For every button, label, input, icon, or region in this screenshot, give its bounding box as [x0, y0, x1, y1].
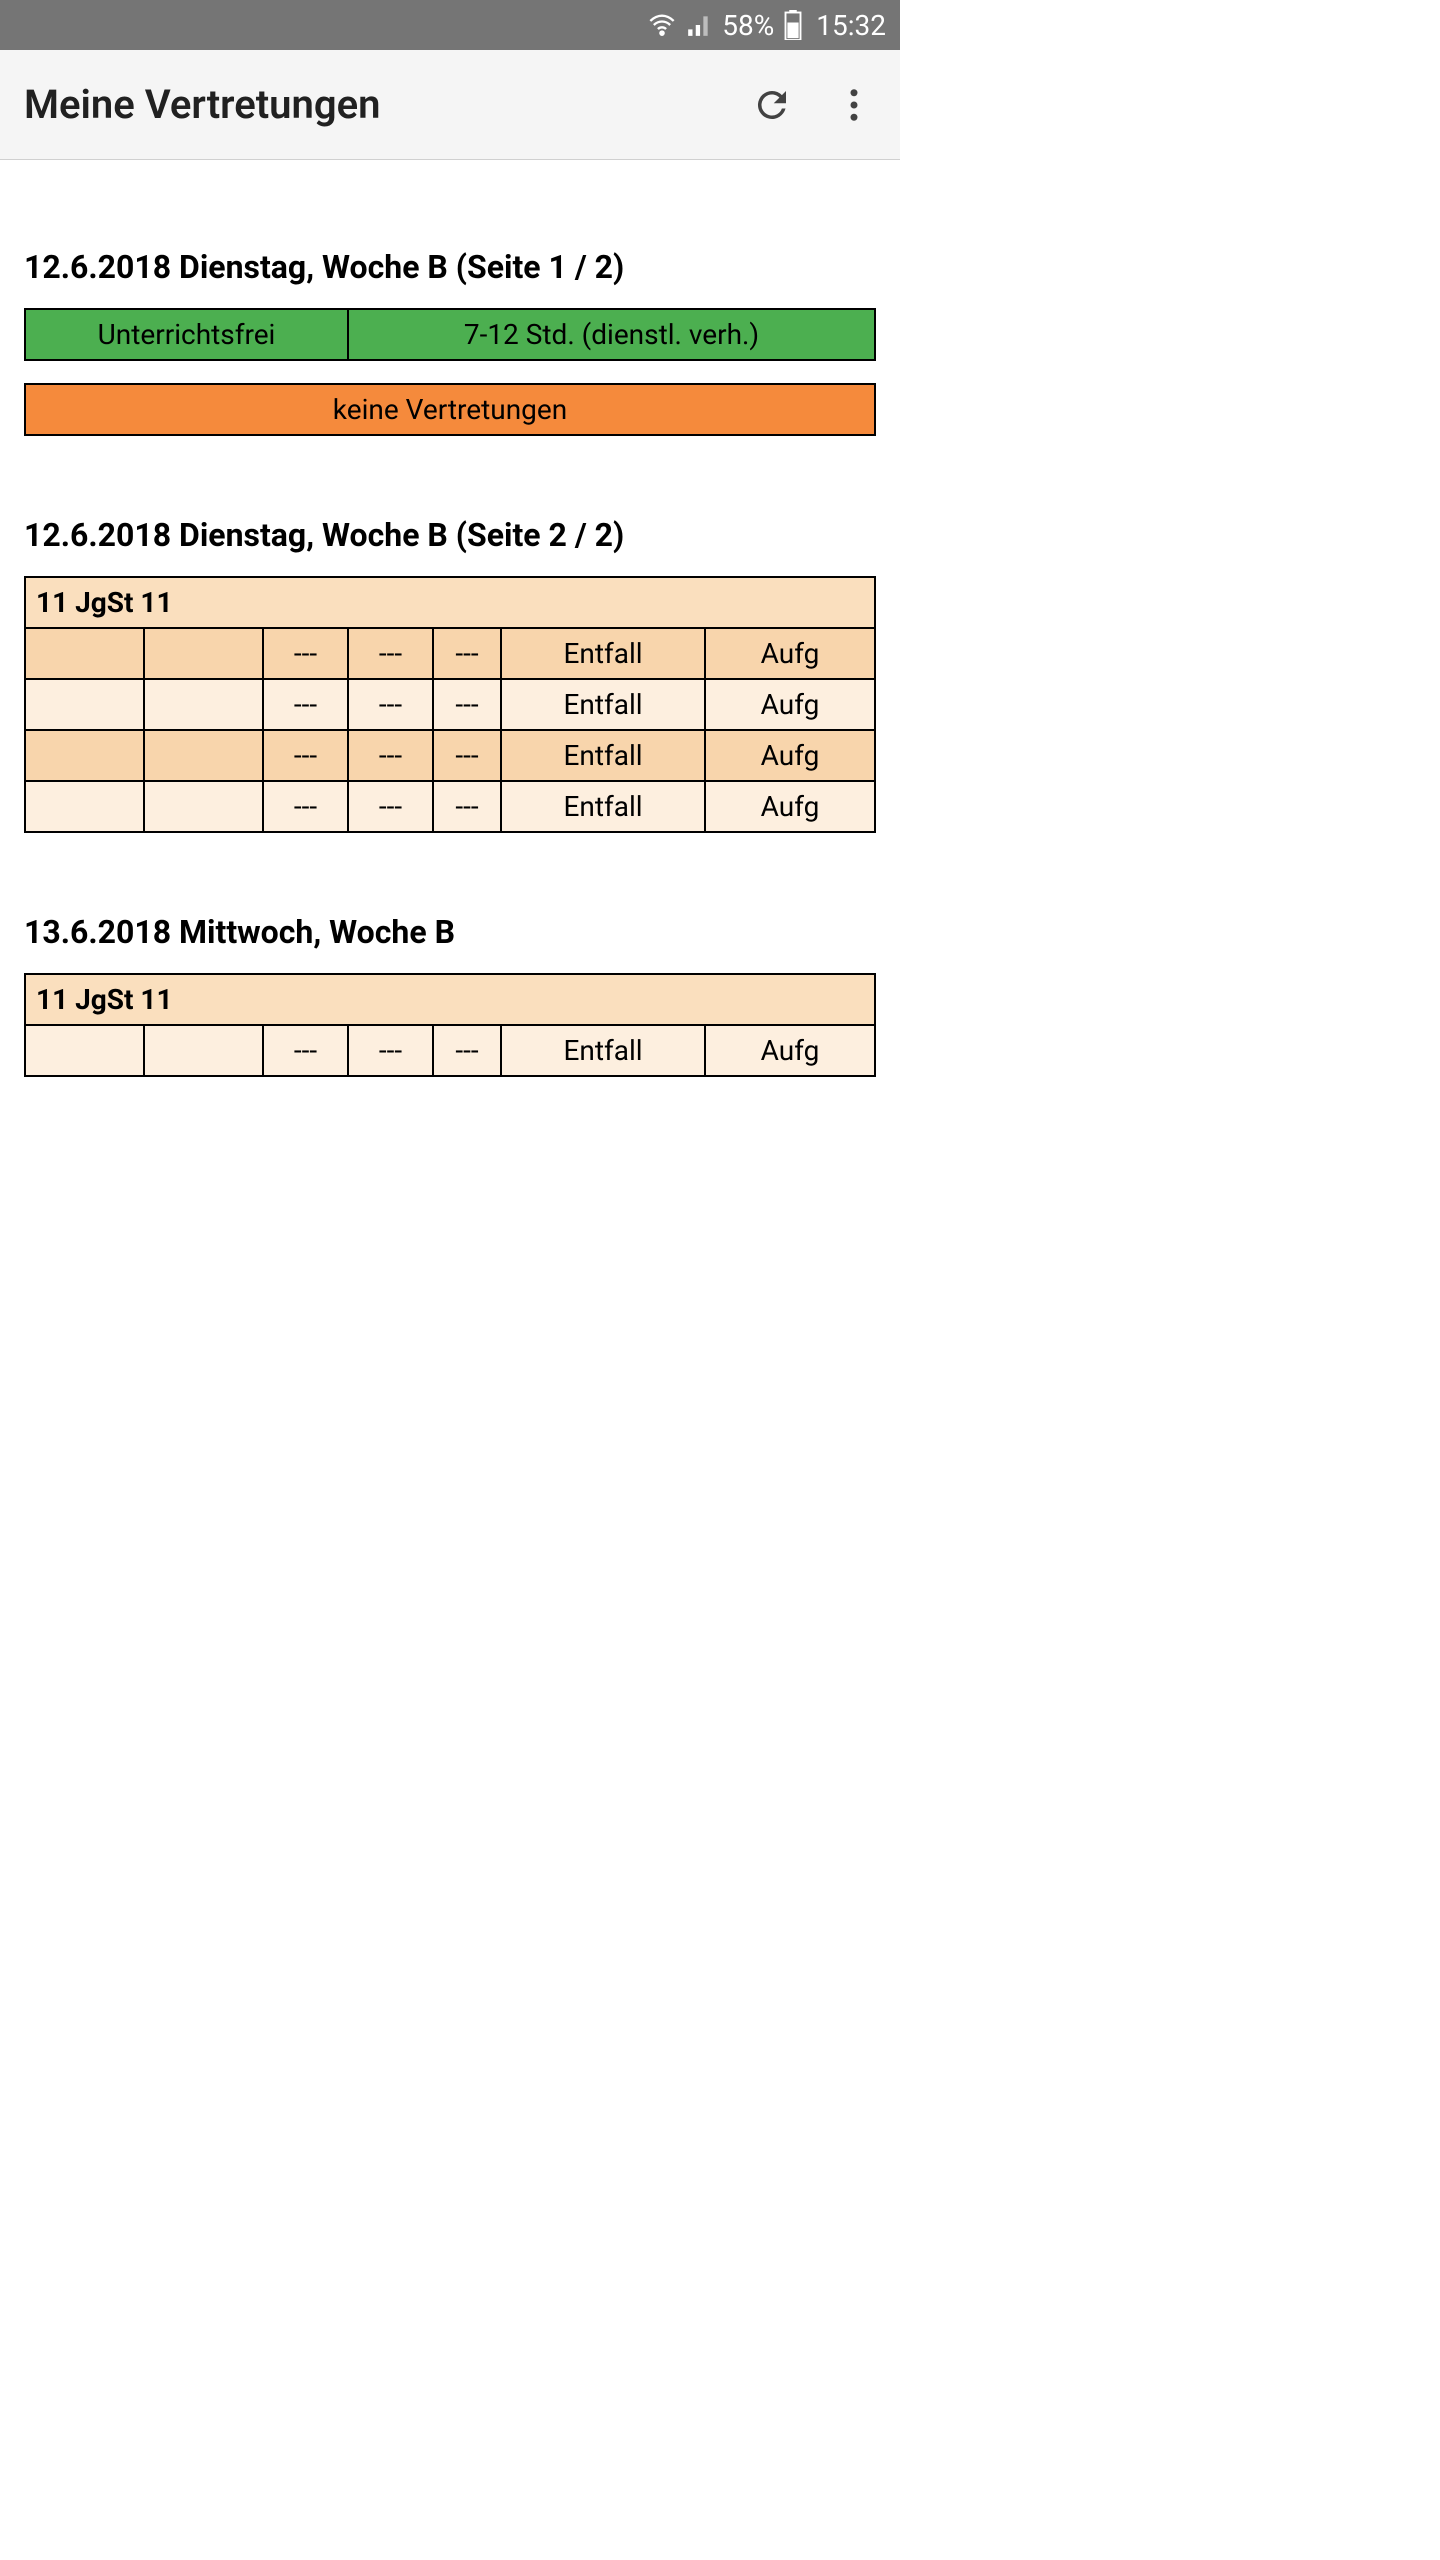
page-title: Meine Vertretungen: [24, 81, 750, 128]
cell: ---: [263, 781, 348, 832]
section-heading: 12.6.2018 Dienstag, Woche B (Seite 2 / 2…: [24, 516, 876, 554]
cell: ---: [348, 730, 433, 781]
table-row: --- --- --- Entfall Aufg: [25, 1025, 875, 1076]
cell: ---: [263, 679, 348, 730]
cell: ---: [433, 1025, 501, 1076]
cell: Entfall: [501, 679, 705, 730]
table-row: --- --- --- Entfall Aufg: [25, 679, 875, 730]
cell: ---: [348, 679, 433, 730]
battery-percent: 58%: [722, 9, 774, 42]
cell: [25, 1025, 144, 1076]
app-bar: Meine Vertretungen: [0, 50, 900, 160]
cell: ---: [433, 781, 501, 832]
cell: [25, 730, 144, 781]
cell: Aufg: [705, 1025, 875, 1076]
info-right: 7-12 Std. (dienstl. verh.): [348, 309, 875, 360]
cell: ---: [433, 628, 501, 679]
cell: Entfall: [501, 781, 705, 832]
cell: ---: [348, 628, 433, 679]
cell: [144, 730, 263, 781]
cell: ---: [348, 1025, 433, 1076]
section-heading: 13.6.2018 Mittwoch, Woche B: [24, 913, 876, 951]
cell: [144, 679, 263, 730]
cell: Aufg: [705, 679, 875, 730]
table-header: 11 JgSt 11: [25, 974, 875, 1025]
cell: Entfall: [501, 1025, 705, 1076]
cell: Aufg: [705, 730, 875, 781]
battery-icon: [784, 10, 802, 40]
more-button[interactable]: [832, 83, 876, 127]
info-banner: Unterrichtsfrei 7-12 Std. (dienstl. verh…: [24, 308, 876, 361]
cell: [144, 781, 263, 832]
cell: [25, 679, 144, 730]
notice-banner: keine Vertretungen: [24, 383, 876, 436]
cell: [144, 1025, 263, 1076]
cell: ---: [433, 679, 501, 730]
cell: ---: [348, 781, 433, 832]
cell: [25, 781, 144, 832]
cell: ---: [263, 730, 348, 781]
cell: Entfall: [501, 730, 705, 781]
refresh-icon: [751, 84, 793, 126]
more-vert-icon: [833, 84, 875, 126]
status-bar: 58% 15:32: [0, 0, 900, 50]
cell: Aufg: [705, 781, 875, 832]
table-row: --- --- --- Entfall Aufg: [25, 781, 875, 832]
table-row: --- --- --- Entfall Aufg: [25, 628, 875, 679]
clock-time: 15:32: [816, 9, 886, 42]
cell: [25, 628, 144, 679]
cell: Entfall: [501, 628, 705, 679]
notice-text: keine Vertretungen: [25, 384, 875, 435]
substitution-table: 11 JgSt 11 --- --- --- Entfall Aufg --- …: [24, 576, 876, 833]
content: 12.6.2018 Dienstag, Woche B (Seite 1 / 2…: [0, 160, 900, 1117]
info-left: Unterrichtsfrei: [25, 309, 348, 360]
cell: ---: [263, 628, 348, 679]
section-heading: 12.6.2018 Dienstag, Woche B (Seite 1 / 2…: [24, 248, 876, 286]
cell-signal-icon: [686, 12, 712, 38]
table-header: 11 JgSt 11: [25, 577, 875, 628]
refresh-button[interactable]: [750, 83, 794, 127]
substitution-table: 11 JgSt 11 --- --- --- Entfall Aufg: [24, 973, 876, 1077]
cell: [144, 628, 263, 679]
cell: ---: [433, 730, 501, 781]
table-row: --- --- --- Entfall Aufg: [25, 730, 875, 781]
cell: Aufg: [705, 628, 875, 679]
cell: ---: [263, 1025, 348, 1076]
wifi-icon: [648, 11, 676, 39]
